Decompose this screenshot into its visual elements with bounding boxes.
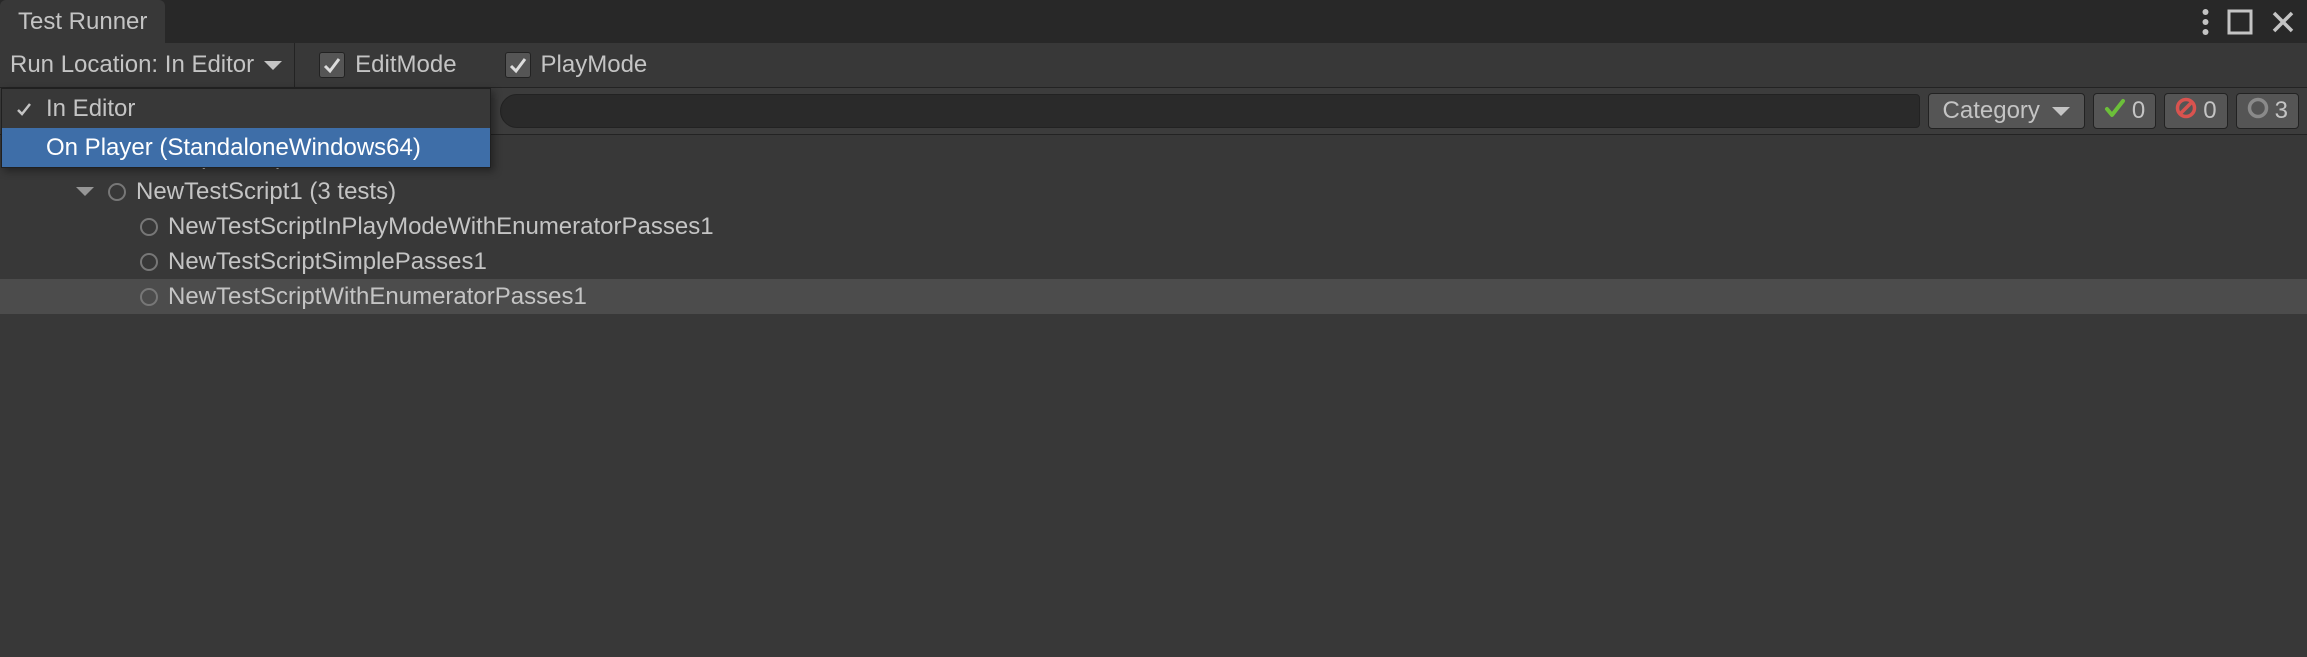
tree-item-label: NewTestScriptInPlayModeWithEnumeratorPas…	[168, 213, 714, 241]
status-notrun-icon	[140, 288, 158, 306]
run-location-dropdown[interactable]: Run Location: In Editor	[8, 43, 295, 87]
checkbox-icon	[319, 52, 345, 78]
tab-label: Test Runner	[18, 8, 147, 36]
close-icon[interactable]	[2271, 10, 2295, 34]
run-location-option[interactable]: On Player (StandaloneWindows64)	[2, 128, 490, 167]
editmode-label: EditMode	[355, 51, 456, 79]
circle-icon	[2247, 97, 2269, 126]
tab-test-runner[interactable]: Test Runner	[0, 0, 165, 43]
tree-item-label: NewTestScriptWithEnumeratorPasses1	[168, 283, 587, 311]
search-input[interactable]	[500, 94, 1920, 128]
check-icon	[2104, 97, 2126, 126]
tree-item-label: NewTestScriptSimplePasses1	[168, 248, 487, 276]
failed-count: 0	[2203, 97, 2216, 125]
dropdown-arrow-icon	[2052, 107, 2070, 116]
blocked-icon	[2175, 97, 2197, 126]
run-location-popup: In Editor On Player (StandaloneWindows64)	[1, 88, 491, 168]
status-notrun-icon	[108, 183, 126, 201]
tree-row[interactable]: NewTestScript1 (3 tests)	[0, 174, 2307, 209]
tree-row[interactable]: NewTestScriptWithEnumeratorPasses1	[0, 279, 2307, 314]
test-tree: Tests.dll (3 tests)NewTestScript1 (3 tes…	[0, 135, 2307, 657]
filter-failed-button[interactable]: 0	[2164, 93, 2227, 129]
kebab-menu-icon[interactable]	[2202, 8, 2209, 36]
check-icon	[14, 101, 34, 117]
test-runner-window: Test Runner Run Location: In Editor Edit…	[0, 0, 2307, 657]
tab-bar: Test Runner	[0, 0, 2307, 43]
passed-count: 0	[2132, 97, 2145, 125]
category-dropdown[interactable]: Category	[1928, 93, 2085, 129]
toolbar: Run Location: In Editor EditMode PlayMod…	[0, 43, 2307, 88]
filter-notrun-button[interactable]: 3	[2236, 93, 2299, 129]
run-location-label: Run Location: In Editor	[10, 51, 254, 79]
option-label: In Editor	[46, 95, 135, 123]
tree-row[interactable]: NewTestScriptInPlayModeWithEnumeratorPas…	[0, 209, 2307, 244]
playmode-label: PlayMode	[541, 51, 648, 79]
status-notrun-icon	[140, 253, 158, 271]
option-label: On Player (StandaloneWindows64)	[46, 134, 421, 162]
tree-row[interactable]: NewTestScriptSimplePasses1	[0, 244, 2307, 279]
editmode-toggle[interactable]: EditMode	[295, 51, 480, 79]
playmode-toggle[interactable]: PlayMode	[481, 51, 672, 79]
run-location-option[interactable]: In Editor	[2, 89, 490, 128]
tree-item-label: NewTestScript1 (3 tests)	[136, 178, 396, 206]
category-label: Category	[1943, 97, 2040, 125]
window-controls	[2190, 0, 2307, 43]
status-notrun-icon	[140, 218, 158, 236]
filter-passed-button[interactable]: 0	[2093, 93, 2156, 129]
checkbox-icon	[505, 52, 531, 78]
dropdown-arrow-icon	[264, 61, 282, 70]
expander-icon[interactable]	[76, 187, 94, 196]
maximize-icon[interactable]	[2227, 9, 2253, 35]
notrun-count: 3	[2275, 97, 2288, 125]
